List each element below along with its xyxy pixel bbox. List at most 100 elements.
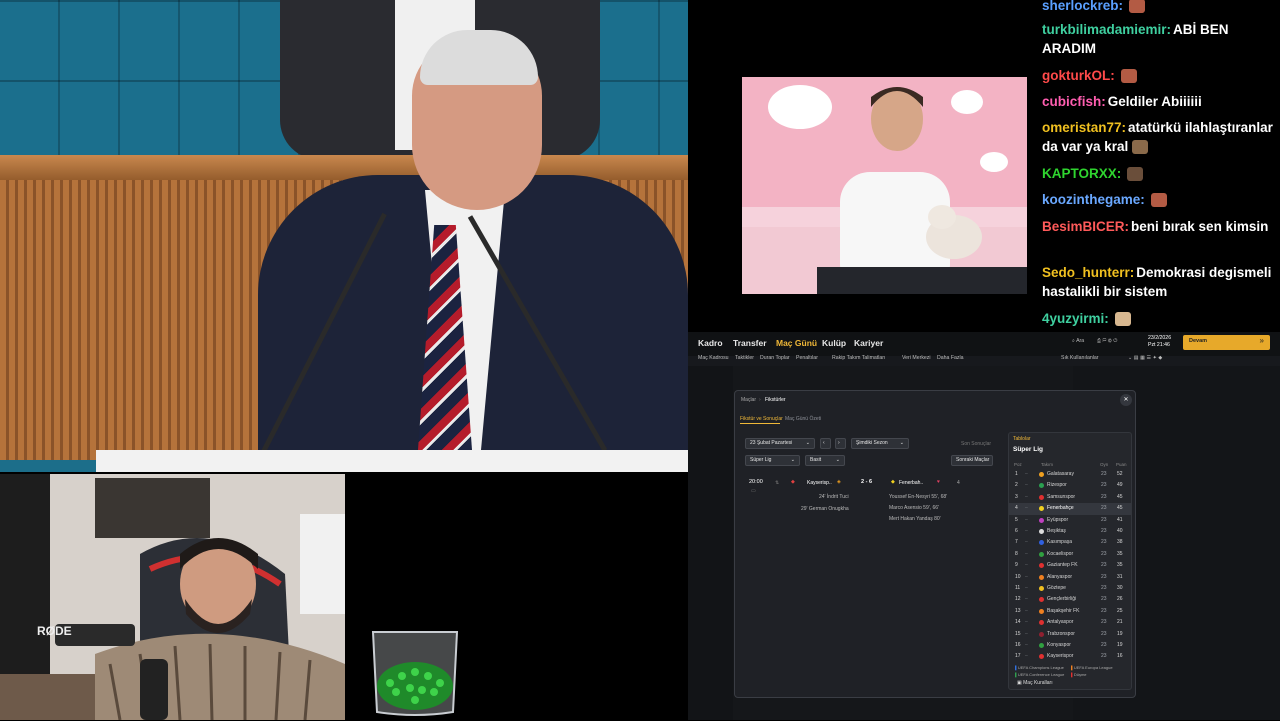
tab-mac-gunu-ozeti[interactable]: Maç Günü Özeti [785, 416, 821, 422]
trend-icon: – [1025, 539, 1028, 546]
next-matches-button[interactable]: Sonraki Maçlar [951, 455, 993, 466]
chat-username[interactable]: gokturkOL: [1042, 68, 1115, 83]
match-rules-link[interactable]: ▣ Maç Kuralları [1017, 680, 1053, 686]
standings-row[interactable]: –16 Konyaspor 23 19 [1009, 640, 1131, 651]
standings-played: 23 [1101, 642, 1107, 648]
legend-uecl: ▌UEFA Conference League [1015, 672, 1064, 677]
continue-button[interactable]: Devam » [1183, 335, 1270, 350]
col-points: Puan [1116, 462, 1127, 467]
standings-row[interactable]: –5 Eyüpspor 23 41 [1009, 515, 1131, 526]
close-icon[interactable]: ✕ [1120, 394, 1132, 406]
emote-icon [1129, 0, 1146, 14]
chat-username[interactable]: sherlockreb: [1042, 0, 1123, 13]
standings-played: 23 [1101, 607, 1107, 614]
standings-played: 23 [1101, 585, 1107, 591]
standings-pos: 10 [1015, 573, 1021, 580]
prev-date-button[interactable]: ‹ [820, 438, 831, 449]
standings-header: Tablolar [1013, 436, 1031, 442]
toolbar-icons[interactable]: ⎙ ⚐ ⚙ ⏻ [1097, 338, 1118, 345]
standings-row[interactable]: –9 Gaziantep FK 23 35 [1009, 560, 1131, 571]
standings-points: 26 [1117, 596, 1123, 603]
nav-kariyer[interactable]: Kariyer [854, 338, 883, 348]
nav-kadro[interactable]: Kadro [698, 338, 723, 348]
breadcrumb-fiksturler: Fikstürler [765, 397, 786, 403]
chat-message: cubicfish: Geldiler Abiiiiii [1042, 92, 1280, 111]
jar-widget [370, 628, 460, 716]
standings-row[interactable]: – 6 Beşiktaş 23 40 [1009, 526, 1131, 537]
trend-icon: – [1025, 619, 1028, 626]
chat-username[interactable]: koozinthegame: [1042, 192, 1145, 207]
standings-row[interactable]: –15 Trabzonspor 23 19 [1009, 629, 1131, 640]
emote-icon [1114, 312, 1131, 327]
speech-video [0, 0, 688, 472]
standings-row[interactable]: – 1 Galatasaray 23 52 [1009, 469, 1131, 480]
subnav-penaltilar[interactable]: Penaltılar [796, 355, 818, 361]
last-results-button[interactable]: Son Sonuçlar [961, 441, 991, 447]
tab-fiksturler[interactable]: Fikstür ve Sonuçlar [740, 416, 783, 422]
subnav-duran-toplar[interactable]: Duran Toplar [760, 355, 790, 361]
nav-kulup[interactable]: Kulüp [822, 338, 846, 348]
chat-username[interactable]: omeristan77: [1042, 120, 1126, 135]
emote-icon [1150, 193, 1167, 208]
home-badge-icon: ◈ [837, 479, 841, 485]
standings-played: 23 [1101, 653, 1107, 660]
standings-points: 45 [1117, 505, 1123, 512]
away-team[interactable]: Fenerbah.. [899, 480, 923, 486]
chat-username[interactable]: Sedo_hunterr: [1042, 265, 1134, 280]
subnav-daha-fazla[interactable]: Daha Fazla [937, 355, 964, 361]
legend-uel: ▌UEFA Europa League [1071, 665, 1113, 670]
rules-icon: ▣ [1017, 680, 1022, 686]
standings-row[interactable]: –13 Başakşehir FK 23 25 [1009, 606, 1131, 617]
view-select[interactable]: Basit ⌄ [805, 455, 845, 466]
standings-row[interactable]: –17 Kayserispor 23 16 [1009, 651, 1131, 662]
standings-row[interactable]: –3 Samsunspor 23 45 [1009, 492, 1131, 503]
club-badge-icon [1039, 643, 1044, 648]
legend-relegation: ▌Düşme [1071, 672, 1087, 677]
chat-username[interactable]: cubicfish: [1042, 94, 1106, 109]
subnav-mac-kadrosu[interactable]: Maç Kadrosu [698, 355, 729, 361]
favorites-menu[interactable]: Sık Kullanılanlar [1061, 355, 1099, 361]
date-select[interactable]: 23 Şubat Pazartesi ⌄ [745, 438, 815, 449]
match-row[interactable]: 20:00 ▭ ⇅ ◆ Kayserisp.. ◈ 2 - 6 ◆ Fenerb… [745, 475, 995, 522]
subnav-taktikler[interactable]: Taktikler [735, 355, 754, 361]
subnav-veri-merkezi[interactable]: Veri Merkezi [902, 355, 931, 361]
standings-pos: 16 [1015, 642, 1021, 648]
podium-base [96, 450, 688, 472]
standings-row[interactable]: –11 Göztepe 23 30 [1009, 583, 1131, 594]
standings-points: 35 [1117, 550, 1123, 557]
standings-team: Kocaelispor [1047, 550, 1074, 557]
standings-row[interactable]: –7 Kasımpaşa 23 38 [1009, 537, 1131, 548]
background-left-column [688, 366, 733, 720]
favorites-icons[interactable]: ⌄ ▤ ▦ ☰ ✦ ◆ [1128, 355, 1162, 361]
standings-team: Kayserispor [1047, 653, 1074, 660]
search-label: Ara [1076, 338, 1085, 344]
standings-panel[interactable]: Tablolar Süper Lig Poz Takım Oyn Puan –1… [1008, 432, 1132, 690]
season-select[interactable]: Şimdiki Sezon ⌄ [851, 438, 909, 449]
chat-username[interactable]: KAPTORXX: [1042, 166, 1121, 181]
search-button[interactable]: ⌕ Ara [1072, 338, 1084, 345]
chat-username[interactable]: BesimBICER: [1042, 219, 1129, 234]
chat-message: omeristan77: atatürkü ilahlaştıranlar da … [1042, 118, 1280, 156]
chat-message: koozinthegame: [1042, 190, 1280, 209]
standings-row[interactable]: –8 Kocaelispor 23 35 [1009, 549, 1131, 560]
nav-transfer[interactable]: Transfer [733, 338, 767, 348]
standings-row[interactable]: –4 Fenerbahçe 23 45 [1009, 503, 1131, 515]
subnav-rakip-takim[interactable]: Rakip Takım Talimatları [832, 355, 885, 361]
league-select[interactable]: Süper Lig ⌄ [745, 455, 800, 466]
trend-icon: – [1025, 482, 1028, 489]
standings-pos: 12 [1015, 596, 1021, 603]
chat-username[interactable]: turkbilimadamiemir: [1042, 22, 1171, 37]
home-team[interactable]: Kayserisp.. [807, 480, 832, 486]
next-date-button[interactable]: › [835, 438, 846, 449]
standings-points: 25 [1117, 607, 1123, 614]
chevron-down-icon: ⌄ [835, 457, 840, 463]
standings-row[interactable]: –12 Gençlerbirliği 23 26 [1009, 594, 1131, 605]
standings-row[interactable]: –10 Alanyaspor 23 31 [1009, 572, 1131, 583]
standings-row[interactable]: –2 Rizespor 23 49 [1009, 480, 1131, 491]
breadcrumb-maclar[interactable]: Maçlar [741, 397, 756, 403]
standings-row[interactable]: –14 Antalyaspor 23 21 [1009, 617, 1131, 628]
chat-username[interactable]: 4yuzyirmi: [1042, 311, 1109, 326]
standings-points: 38 [1117, 539, 1123, 546]
nav-mac-gunu[interactable]: Maç Günü [776, 338, 817, 348]
match-score[interactable]: 2 - 6 [861, 479, 872, 485]
